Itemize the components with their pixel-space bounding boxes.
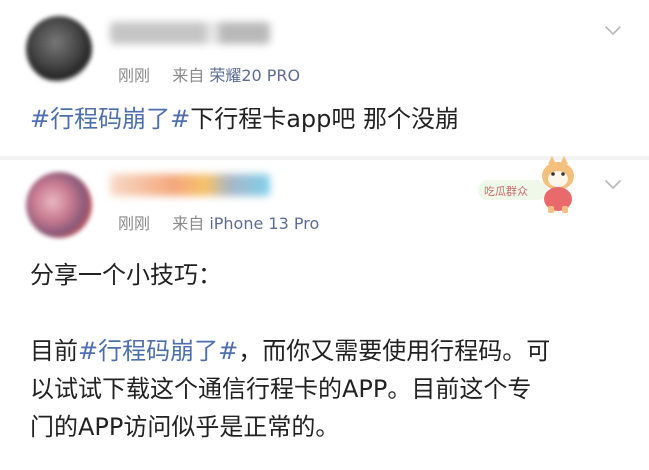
post-meta: 刚刚 来自 荣耀20 PRO xyxy=(118,62,300,86)
post-time: 刚刚 xyxy=(118,214,151,233)
post-line-1: 目前#行程码崩了#，而你又需要使用行程码。可 xyxy=(30,332,625,370)
hashtag-link[interactable]: #行程码崩了# xyxy=(78,337,238,365)
sticker-text: 吃瓜群众 xyxy=(484,184,528,198)
username-blurred[interactable] xyxy=(110,174,270,196)
hashtag-link[interactable]: #行程码崩了# xyxy=(30,105,190,133)
post-line-2: 以试试下载这个通信行程卡的APP。目前这个专 xyxy=(30,375,532,403)
post-device[interactable]: iPhone 13 Pro xyxy=(209,214,319,233)
username-blurred[interactable] xyxy=(110,22,270,44)
post-text: #行程码崩了#下行程卡app吧 那个没崩 xyxy=(30,100,625,138)
post-time: 刚刚 xyxy=(118,66,151,85)
post-source-label: 来自 xyxy=(172,66,205,85)
post-line-3: 门的APP访问似乎是正常的。 xyxy=(30,413,340,441)
weibo-feed: 刚刚 来自 荣耀20 PRO #行程码崩了#下行程卡app吧 那个没崩 吃瓜群众 xyxy=(0,0,649,470)
avatar[interactable] xyxy=(26,16,92,82)
post-source-label: 来自 xyxy=(172,214,205,233)
post-meta: 刚刚 来自 iPhone 13 Pro xyxy=(118,210,319,234)
post-text-body: 目前#行程码崩了#，而你又需要使用行程码。可 以试试下载这个通信行程卡的APP。… xyxy=(30,332,625,446)
post-text-intro: 分享一个小技巧： xyxy=(30,261,222,289)
line1-prefix: 目前 xyxy=(30,337,78,365)
line1-suffix: ，而你又需要使用行程码。可 xyxy=(238,337,551,365)
chevron-down-icon[interactable] xyxy=(605,22,621,38)
post-device[interactable]: 荣耀20 PRO xyxy=(209,66,300,85)
post-card: 吃瓜群众 刚刚 来自 iPhone 13 Pro 分享一个小技巧： 目前#行程码… xyxy=(0,156,649,470)
post-card: 刚刚 来自 荣耀20 PRO #行程码崩了#下行程卡app吧 那个没崩 xyxy=(0,0,649,156)
avatar[interactable] xyxy=(26,172,92,238)
post-text-rest: 下行程卡app吧 那个没崩 xyxy=(190,105,460,133)
chevron-down-icon[interactable] xyxy=(605,176,621,192)
shiba-sticker-icon: 吃瓜群众 xyxy=(478,156,574,213)
